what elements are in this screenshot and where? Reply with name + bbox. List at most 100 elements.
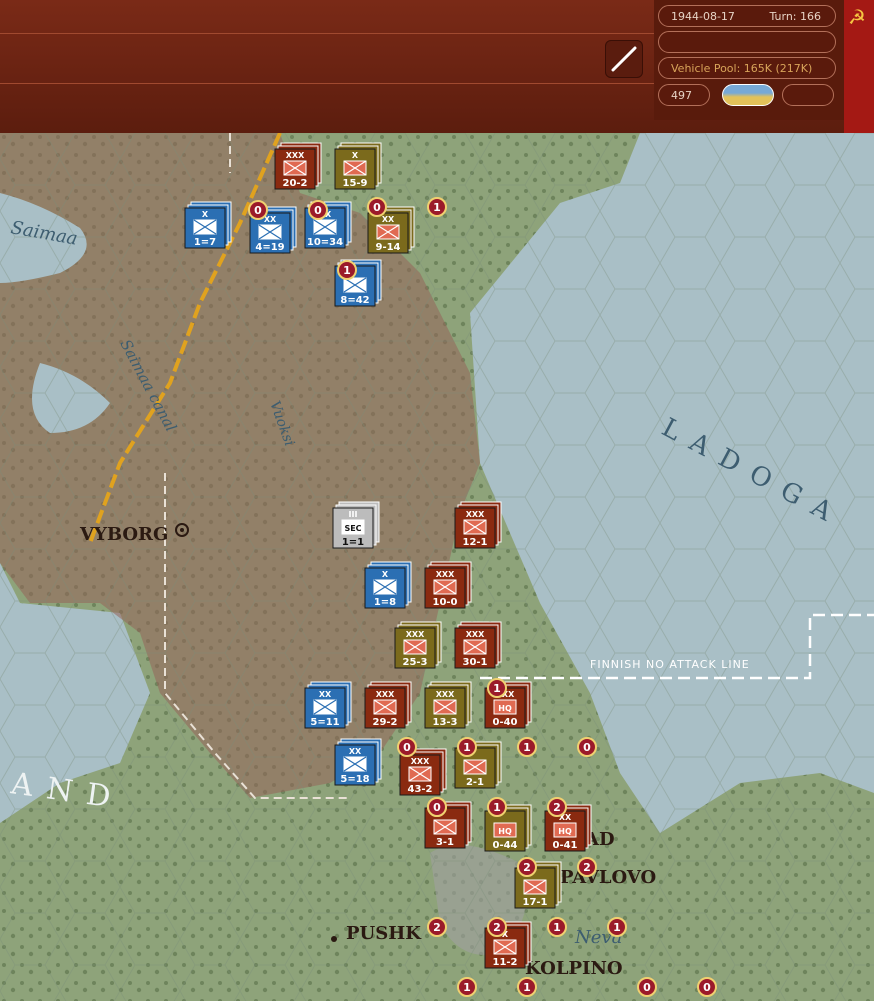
supply-badge[interactable]: 2 (517, 857, 537, 877)
supply-badge[interactable]: 1 (487, 797, 507, 817)
unit-counter[interactable]: XXX 10-0 (424, 561, 472, 609)
turn-text: Turn: 166 (769, 10, 821, 23)
unit-size-label: XXX (466, 510, 485, 519)
unit-strength-label: 5=11 (310, 717, 339, 728)
supply-badge[interactable]: 2 (427, 917, 447, 937)
unit-counter[interactable]: XXX 13-3 (424, 681, 472, 729)
unit-size-label: XXX (411, 757, 430, 766)
supply-badge[interactable]: 1 (457, 977, 477, 997)
admin-points-display: 497 (658, 84, 710, 106)
unit-counter[interactable]: XXX 25-3 (394, 621, 442, 669)
unit-strength-label: 30-1 (462, 657, 487, 668)
unit-counter[interactable]: XXX 12-1 (454, 501, 502, 549)
top-hud: 1944-08-17 Turn: 166 Vehicle Pool: 165K … (0, 0, 874, 135)
unit-size-label: X (382, 570, 389, 579)
unit-strength-label: 2-1 (466, 777, 484, 788)
badge-value: 0 (643, 981, 651, 994)
badge-value: 1 (433, 201, 441, 214)
unit-counter[interactable]: XXX 20-2 (274, 142, 322, 190)
supply-badge[interactable]: 0 (308, 200, 328, 220)
unit-counter[interactable]: X 15-9 (334, 142, 382, 190)
unit-counter[interactable]: XXX 29-2 (364, 681, 412, 729)
hud-divider (0, 83, 656, 84)
unit-strength-label: 0-44 (492, 840, 517, 851)
mode-toggle-button[interactable] (605, 40, 643, 78)
unit-size-label: XX (319, 690, 332, 699)
unit-size-label: XXX (436, 570, 455, 579)
date-text: 1944-08-17 (671, 10, 735, 23)
slash-icon (611, 46, 637, 72)
unit-strength-label: 1=1 (342, 537, 364, 548)
supply-badge[interactable]: 0 (637, 977, 657, 997)
empty-slot-button[interactable] (782, 84, 834, 106)
unit-strength-label: 11-2 (492, 957, 517, 968)
supply-badge[interactable]: 0 (697, 977, 717, 997)
finnish-no-attack-line-label: FINNISH NO ATTACK LINE (590, 658, 750, 671)
unit-strength-label: 29-2 (372, 717, 397, 728)
supply-badge[interactable]: 0 (427, 797, 447, 817)
badge-value: 0 (314, 204, 322, 217)
supply-badge[interactable]: 0 (367, 197, 387, 217)
unit-strength-label: 5=18 (340, 774, 369, 785)
unit-strength-label: 25-3 (402, 657, 427, 668)
hammer-sickle-icon: ☭ (848, 5, 866, 29)
badge-value: 0 (373, 201, 381, 214)
unit-size-label: XXX (376, 690, 395, 699)
unit-strength-label: 43-2 (407, 784, 432, 795)
city-pavlovo-label: PAVLOVO (560, 867, 656, 888)
supply-badge[interactable]: 2 (547, 797, 567, 817)
badge-value: 0 (403, 741, 411, 754)
game-map[interactable]: FINNISH NO ATTACK LINE LADOGA Saimaa Sai… (0, 133, 874, 1001)
badge-value: 2 (553, 801, 561, 814)
badge-value: 0 (433, 801, 441, 814)
supply-badge[interactable]: 0 (248, 200, 268, 220)
supply-badge[interactable]: 1 (487, 678, 507, 698)
unit-strength-label: 9-14 (375, 242, 400, 253)
unit-size-label: XX (264, 215, 277, 224)
unit-size-label: XX (349, 747, 362, 756)
badge-value: 1 (493, 682, 501, 695)
unit-strength-label: 0-41 (552, 840, 577, 851)
weather-icon[interactable] (722, 84, 774, 106)
badge-value: 1 (523, 981, 531, 994)
supply-badge[interactable]: 1 (607, 917, 627, 937)
unit-strength-label: 15-9 (342, 178, 367, 189)
supply-badge[interactable]: 1 (547, 917, 567, 937)
unit-tag-label: HQ (498, 704, 512, 713)
status-panel: 1944-08-17 Turn: 166 Vehicle Pool: 165K … (654, 0, 844, 120)
supply-badge[interactable]: 1 (517, 737, 537, 757)
svg-text:☭: ☭ (848, 5, 866, 29)
badge-value: 2 (583, 861, 591, 874)
city-pushkin-label: PUSHK (346, 923, 422, 944)
badge-value: 2 (493, 921, 501, 934)
badge-value: 1 (523, 741, 531, 754)
supply-badge[interactable]: 1 (427, 197, 447, 217)
city-vyborg-label: VYBORG (79, 524, 168, 545)
badge-value: 2 (523, 861, 531, 874)
badge-value: 0 (703, 981, 711, 994)
hud-divider (0, 33, 656, 34)
supply-badge[interactable]: 1 (517, 977, 537, 997)
unit-counter[interactable]: XX 5=11 (304, 681, 352, 729)
badge-value: 1 (553, 921, 561, 934)
unit-counter[interactable]: XXX 30-1 (454, 621, 502, 669)
supply-badge[interactable]: 2 (487, 917, 507, 937)
unit-counter[interactable]: III SEC 1=1 (332, 501, 380, 549)
supply-badge[interactable]: 1 (337, 260, 357, 280)
unit-counter[interactable]: X 1=8 (364, 561, 412, 609)
supply-badge[interactable]: 0 (577, 737, 597, 757)
unit-size-label: X (352, 151, 359, 160)
vehicle-pool-display: Vehicle Pool: 165K (217K) (658, 57, 836, 79)
unit-strength-label: 17-1 (522, 897, 547, 908)
supply-badge[interactable]: 1 (457, 737, 477, 757)
unit-strength-label: 1=7 (194, 237, 216, 248)
supply-badge[interactable]: 0 (397, 737, 417, 757)
badge-value: 1 (463, 741, 471, 754)
unit-strength-label: 12-1 (462, 537, 487, 548)
unit-counter[interactable]: X 1=7 (184, 201, 232, 249)
date-turn-display: 1944-08-17 Turn: 166 (658, 5, 836, 27)
supply-badge[interactable]: 2 (577, 857, 597, 877)
unit-strength-label: 3-1 (436, 837, 454, 848)
unit-size-label: XXX (466, 630, 485, 639)
unit-counter[interactable]: XX 5=18 (334, 738, 382, 786)
